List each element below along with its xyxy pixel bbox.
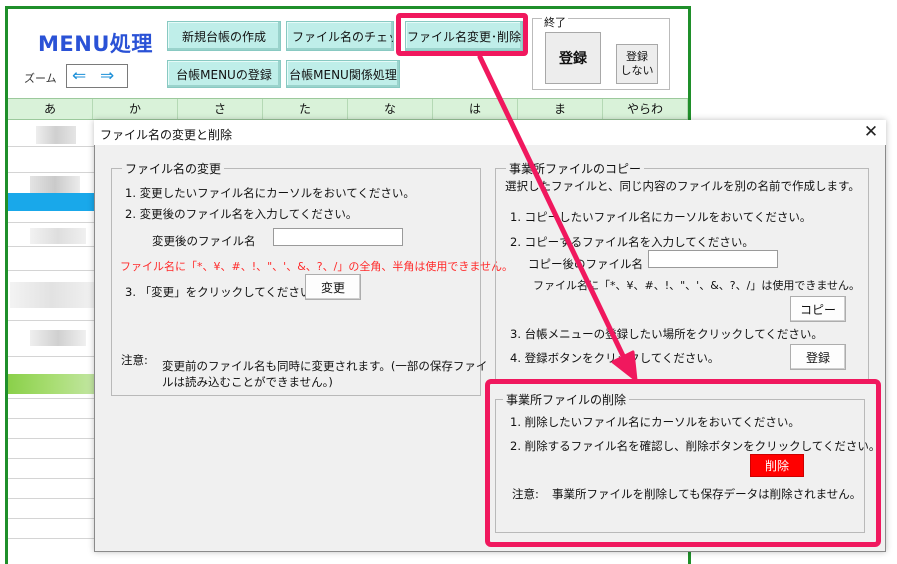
annotation-arrow: [477, 54, 638, 382]
arrow-shaft: [477, 54, 628, 363]
arrow-head: [611, 350, 638, 382]
